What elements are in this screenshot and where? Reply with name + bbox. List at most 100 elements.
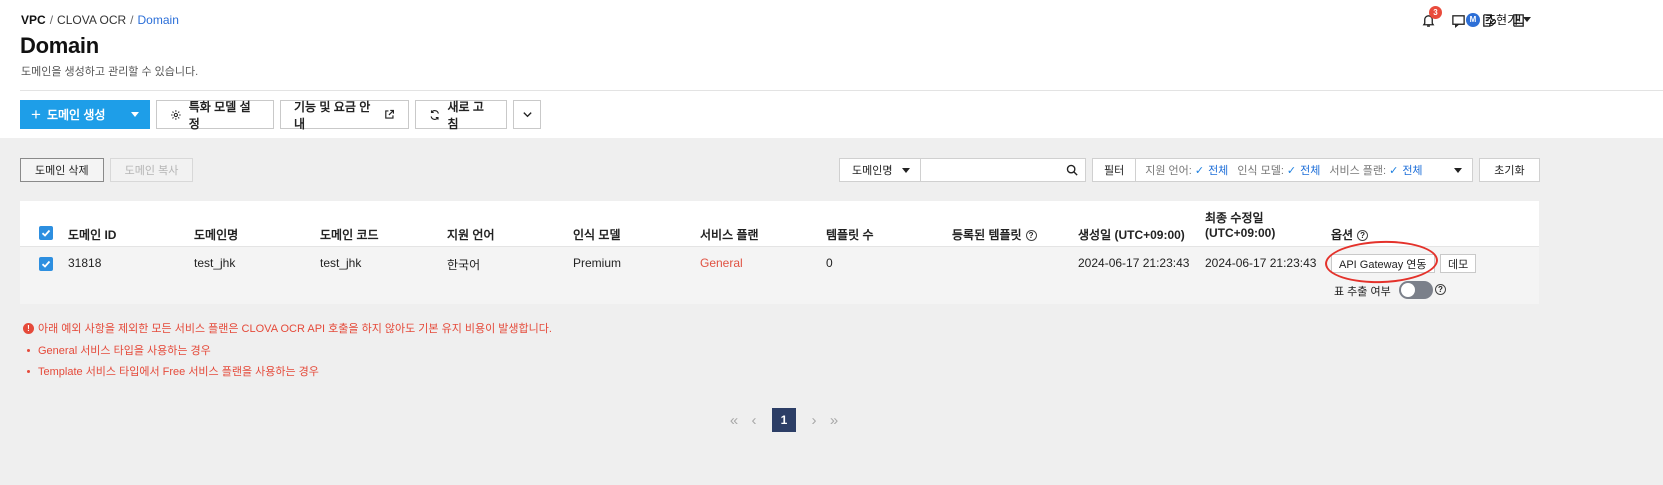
- plus-icon: +: [31, 105, 41, 124]
- row-checkbox[interactable]: [39, 257, 53, 271]
- create-domain-button[interactable]: + 도메인 생성: [20, 100, 150, 129]
- domain-table: 도메인 ID 도메인명 도메인 코드 지원 언어 인식 모델 서비스 플랜 템플…: [20, 201, 1539, 304]
- refresh-button[interactable]: 새로 고침: [415, 99, 507, 131]
- breadcrumb-clova-ocr[interactable]: CLOVA OCR: [57, 13, 126, 27]
- breadcrumb-separator: /: [49, 13, 54, 27]
- header-divider: [20, 90, 1663, 91]
- toolbar: + 도메인 생성 특화 모델 설정 기능 및 요금 안내 새로 고침: [20, 99, 547, 131]
- cell-domain-code: test_jhk: [320, 256, 362, 270]
- header-domain-id[interactable]: 도메인 ID: [68, 226, 116, 243]
- copy-domain-button[interactable]: 도메인 복사: [109, 158, 194, 182]
- search-icon[interactable]: [1066, 164, 1078, 176]
- notification-badge: 3: [1429, 6, 1442, 19]
- content-area: 도메인 삭제 도메인 복사 도메인명 필터 지원 언어: ✓ 전체 인식 모델:…: [0, 138, 1663, 485]
- bullet-icon: [27, 369, 30, 373]
- header-plan[interactable]: 서비스 플랜: [700, 226, 759, 243]
- user-name: 조현기: [1485, 13, 1519, 27]
- delete-domain-button[interactable]: 도메인 삭제: [20, 158, 104, 182]
- table-extract-toggle[interactable]: [1399, 281, 1433, 299]
- search-input-wrapper: [921, 158, 1086, 182]
- cell-domain-name[interactable]: test_jhk: [194, 256, 235, 270]
- user-menu[interactable]: M 조현기: [1466, 11, 1532, 28]
- notice-item-text: General 서비스 타입을 사용하는 경우: [38, 345, 211, 357]
- refresh-icon: [430, 109, 439, 120]
- search-field-select[interactable]: 도메인명: [839, 158, 921, 182]
- header-modified-line2: (UTC+09:00): [1205, 226, 1276, 240]
- select-all-checkbox[interactable]: [39, 226, 53, 240]
- next-page-icon[interactable]: ›: [804, 408, 824, 432]
- header-domain-name[interactable]: 도메인명: [194, 226, 238, 243]
- pricing-guide-label: 기능 및 요금 안내: [294, 99, 371, 131]
- header-options: 옵션?: [1331, 226, 1369, 243]
- chat-icon: [1451, 14, 1465, 28]
- notice-item: Template 서비스 타입에서 Free 서비스 플랜을 사용하는 경우: [23, 363, 319, 379]
- specialized-model-label: 특화 모델 설정: [188, 99, 251, 131]
- more-options-button[interactable]: [513, 100, 541, 129]
- header-domain-code[interactable]: 도메인 코드: [320, 226, 379, 243]
- check-icon: [41, 260, 51, 268]
- check-icon: ✓: [1194, 164, 1205, 177]
- refresh-label: 새로 고침: [447, 99, 484, 131]
- filter-summary-dropdown[interactable]: 지원 언어: ✓ 전체 인식 모델: ✓ 전체 서비스 플랜: ✓ 전체: [1136, 158, 1474, 182]
- create-domain-label: 도메인 생성: [46, 108, 106, 122]
- gear-icon: [171, 109, 181, 120]
- check-icon: ✓: [1389, 164, 1399, 177]
- chevron-down-icon: [522, 112, 532, 118]
- filter-row: 도메인명 필터 지원 언어: ✓ 전체 인식 모델: ✓ 전체 서비스 플랜: …: [839, 158, 1540, 182]
- plan-filter-label: 서비스 플랜:: [1329, 165, 1387, 177]
- page-current[interactable]: 1: [772, 408, 796, 432]
- search-input[interactable]: [921, 159, 1085, 181]
- first-page-icon[interactable]: «: [724, 408, 744, 432]
- cell-modified: 2024-06-17 21:23:43: [1205, 256, 1317, 270]
- billing-notice-text: 아래 예외 사항을 제외한 모든 서비스 플랜은 CLOVA OCR API 호…: [38, 323, 552, 335]
- language-filter-value: 전체: [1208, 165, 1229, 177]
- help-icon[interactable]: ?: [1025, 230, 1037, 242]
- chevron-down-icon: [1454, 167, 1463, 173]
- cell-language: 한국어: [447, 258, 481, 272]
- table-header: 도메인 ID 도메인명 도메인 코드 지원 언어 인식 모델 서비스 플랜 템플…: [20, 201, 1539, 247]
- header-template-count[interactable]: 템플릿 수: [826, 226, 874, 243]
- action-row: 도메인 삭제 도메인 복사: [20, 158, 199, 182]
- filter-button[interactable]: 필터: [1092, 158, 1137, 182]
- notice-item-text: Template 서비스 타입에서 Free 서비스 플랜을 사용하는 경우: [38, 366, 319, 378]
- last-page-icon[interactable]: »: [824, 408, 844, 432]
- page-description: 도메인을 생성하고 관리할 수 있습니다.: [21, 66, 199, 78]
- help-icon[interactable]: ?: [1357, 230, 1369, 242]
- model-filter-value: 전체: [1300, 165, 1321, 177]
- bullet-icon: [27, 348, 30, 352]
- page-header: VPC / CLOVA OCR / Domain Domain 도메인을 생성하…: [0, 0, 1663, 138]
- breadcrumb: VPC / CLOVA OCR / Domain: [21, 13, 179, 27]
- help-icon[interactable]: ?: [1435, 284, 1446, 295]
- breadcrumb-vpc[interactable]: VPC: [21, 13, 46, 27]
- cell-template-count: 0: [826, 256, 833, 270]
- pricing-guide-button[interactable]: 기능 및 요금 안내: [280, 99, 409, 131]
- language-filter-label: 지원 언어:: [1145, 165, 1192, 177]
- header-registered-templates-label: 등록된 템플릿: [952, 228, 1022, 242]
- breadcrumb-separator: /: [130, 13, 134, 27]
- page-title: Domain: [20, 33, 99, 58]
- header-language[interactable]: 지원 언어: [447, 226, 495, 243]
- header-created[interactable]: 생성일 (UTC+09:00): [1078, 226, 1185, 243]
- avatar: M: [1466, 12, 1480, 27]
- toggle-knob: [1401, 283, 1415, 297]
- notice-item: General 서비스 타입을 사용하는 경우: [23, 342, 211, 358]
- search-field-value: 도메인명: [852, 165, 893, 177]
- cell-plan: General: [700, 256, 743, 270]
- header-options-label: 옵션: [1331, 228, 1354, 242]
- table-row[interactable]: 31818 test_jhk test_jhk 한국어 Premium Gene…: [20, 247, 1539, 304]
- billing-notice: ! 아래 예외 사항을 제외한 모든 서비스 플랜은 CLOVA OCR API…: [23, 320, 552, 336]
- pagination: « ‹ 1 › »: [724, 408, 844, 432]
- breadcrumb-domain[interactable]: Domain: [138, 13, 179, 27]
- demo-button[interactable]: 데모: [1440, 254, 1477, 273]
- specialized-model-button[interactable]: 특화 모델 설정: [156, 99, 274, 131]
- prev-page-icon[interactable]: ‹: [744, 408, 764, 432]
- header-model[interactable]: 인식 모델: [573, 226, 621, 243]
- check-icon: [41, 229, 51, 237]
- plan-filter-value: 전체: [1402, 165, 1423, 177]
- api-gateway-button[interactable]: API Gateway 연동: [1331, 254, 1435, 273]
- notification-button[interactable]: 3: [1413, 6, 1443, 31]
- reset-button[interactable]: 초기화: [1479, 158, 1540, 182]
- chevron-down-icon[interactable]: [131, 112, 139, 117]
- header-modified-line1[interactable]: 최종 수정일: [1205, 209, 1264, 226]
- header-registered-templates: 등록된 템플릿?: [952, 226, 1037, 243]
